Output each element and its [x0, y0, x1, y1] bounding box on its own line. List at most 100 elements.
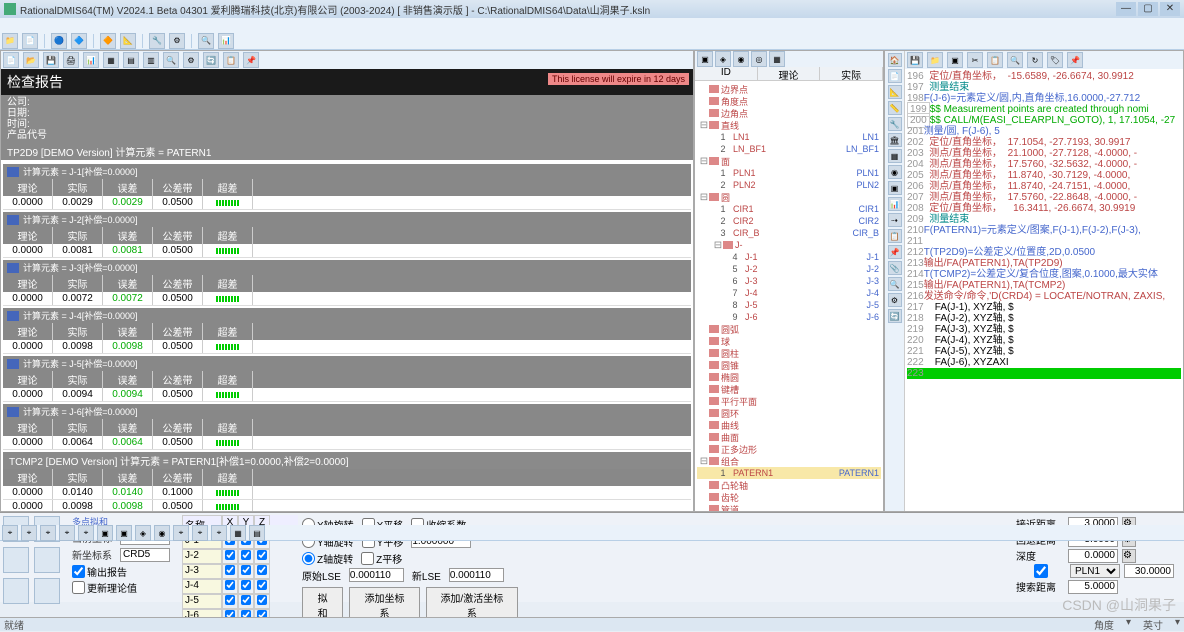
- tool-icon[interactable]: 📄: [22, 33, 38, 49]
- feature-tree[interactable]: 边界点角度点边角点⊟直线1LN1LN12LN_BF1LN_BF1⊟面1PLN1P…: [695, 81, 883, 511]
- max-button[interactable]: ▢: [1138, 2, 1158, 16]
- big-button[interactable]: [3, 547, 29, 573]
- min-button[interactable]: —: [1116, 2, 1136, 16]
- tool-icon[interactable]: ↻: [1027, 52, 1043, 68]
- gear-icon[interactable]: ⚙: [1122, 549, 1136, 563]
- bottom-toolbar: ⌖ ⌖ ⌖ ⌖ ⌖ ▣ ▣ ◈ ◉ ⌖ ⌖ ⌖ ▦ ▤: [0, 525, 1184, 541]
- tool-icon[interactable]: ⌖: [173, 525, 189, 541]
- tool-icon[interactable]: 🔍: [888, 277, 902, 291]
- ztr-check[interactable]: [361, 552, 374, 565]
- coord-icon[interactable]: ⌖: [40, 525, 56, 541]
- tool-icon[interactable]: ◎: [751, 51, 767, 67]
- tool-icon[interactable]: 📎: [888, 261, 902, 275]
- tool-icon[interactable]: 🔍: [1007, 52, 1023, 68]
- pln-select[interactable]: PLN1: [1070, 564, 1120, 578]
- new-icon[interactable]: 📄: [3, 52, 19, 68]
- tool-icon[interactable]: ▣: [947, 52, 963, 68]
- tree-toolbar: ▣ ◈ ◉ ◎ ▦: [695, 51, 883, 67]
- save-icon[interactable]: 💾: [907, 52, 923, 68]
- tool-icon[interactable]: 🔧: [888, 117, 902, 131]
- excel-icon[interactable]: 📊: [83, 52, 99, 68]
- code-toolbar: 💾 📁 ▣ ✂ 📋 🔍 ↻ 🏷 📌: [905, 51, 1183, 69]
- report-title: 检查报告: [7, 72, 63, 92]
- tool-icon[interactable]: 🔷: [71, 33, 87, 49]
- main-toolbar: 📁 📄 🔵 🔷 🔶 📐 🔧 ⚙ 🔍 📊: [0, 32, 1184, 50]
- tool-icon[interactable]: ⌖: [211, 525, 227, 541]
- big-button[interactable]: [34, 578, 60, 604]
- tool-icon[interactable]: 📏: [888, 101, 902, 115]
- cube-icon[interactable]: ▣: [116, 525, 132, 541]
- save-icon[interactable]: 💾: [43, 52, 59, 68]
- nle-input[interactable]: [449, 568, 504, 582]
- depth-input[interactable]: [1068, 549, 1118, 563]
- tool-icon[interactable]: ⚙: [183, 52, 199, 68]
- status-ready: 就绪: [4, 617, 24, 632]
- license-expire-badge: This license will expire in 12 days: [548, 73, 689, 85]
- tool-icon[interactable]: 🔍: [198, 33, 214, 49]
- coord-icon[interactable]: ⌖: [78, 525, 94, 541]
- tool-icon[interactable]: ◉: [888, 165, 902, 179]
- tool-icon[interactable]: ⇢: [888, 213, 902, 227]
- tool-icon[interactable]: ▦: [888, 149, 902, 163]
- newcrd-input[interactable]: [120, 548, 170, 562]
- tool-icon[interactable]: ▦: [103, 52, 119, 68]
- tool-icon[interactable]: 🏷: [1047, 52, 1063, 68]
- tool-icon[interactable]: ◈: [135, 525, 151, 541]
- tool-icon[interactable]: 🔄: [203, 52, 219, 68]
- tool-icon[interactable]: ⚙: [888, 293, 902, 307]
- coord-icon[interactable]: ⌖: [2, 525, 18, 541]
- tool-icon[interactable]: 🔄: [888, 309, 902, 323]
- tool-icon[interactable]: 📌: [888, 245, 902, 259]
- tool-icon[interactable]: ▦: [230, 525, 246, 541]
- output-report-check[interactable]: [72, 565, 85, 578]
- tool-icon[interactable]: 📌: [243, 52, 259, 68]
- ole-input[interactable]: [349, 568, 404, 582]
- tool-icon[interactable]: ▥: [143, 52, 159, 68]
- search-dist-input[interactable]: [1068, 580, 1118, 594]
- tool-icon[interactable]: 🔵: [51, 33, 67, 49]
- tool-icon[interactable]: 📁: [927, 52, 943, 68]
- tool-icon[interactable]: 📁: [2, 33, 18, 49]
- tool-icon[interactable]: 🔍: [163, 52, 179, 68]
- tool-icon[interactable]: ▣: [888, 181, 902, 195]
- print-icon[interactable]: 🖨: [63, 52, 79, 68]
- tool-icon[interactable]: ⚙: [169, 33, 185, 49]
- pln-value-input[interactable]: [1124, 564, 1174, 578]
- tool-icon[interactable]: ◈: [715, 51, 731, 67]
- big-button[interactable]: [34, 547, 60, 573]
- tool-icon[interactable]: 📄: [888, 69, 902, 83]
- coord-icon[interactable]: ⌖: [59, 525, 75, 541]
- close-button[interactable]: ✕: [1160, 2, 1180, 16]
- tool-icon[interactable]: 📌: [1067, 52, 1083, 68]
- tool-icon[interactable]: ▦: [769, 51, 785, 67]
- tool-icon[interactable]: ✂: [967, 52, 983, 68]
- tool-icon[interactable]: 🔧: [149, 33, 165, 49]
- report-meta: 公司: 日期: 时间: 产品代号: [1, 95, 693, 143]
- tool-icon[interactable]: ◉: [733, 51, 749, 67]
- tool-icon[interactable]: 🔶: [100, 33, 116, 49]
- code-editor[interactable]: 196 定位/直角坐标， -15.6589, -26.6674, 30.9912…: [905, 69, 1183, 511]
- feature-tree-panel: ▣ ◈ ◉ ◎ ▦ ID理论实际 边界点角度点边角点⊟直线1LN1LN12LN_…: [694, 50, 884, 512]
- big-button[interactable]: [3, 578, 29, 604]
- coord-icon[interactable]: ⌖: [21, 525, 37, 541]
- tool-icon[interactable]: 📋: [888, 229, 902, 243]
- tool-icon[interactable]: 📋: [223, 52, 239, 68]
- app-logo-icon: [4, 3, 16, 15]
- tool-icon[interactable]: ⌖: [192, 525, 208, 541]
- tool-icon[interactable]: 📊: [888, 197, 902, 211]
- tool-icon[interactable]: 📐: [120, 33, 136, 49]
- tool-icon[interactable]: 📊: [218, 33, 234, 49]
- open-icon[interactable]: 📂: [23, 52, 39, 68]
- tool-icon[interactable]: ◉: [154, 525, 170, 541]
- update-theory-check[interactable]: [72, 581, 85, 594]
- zrot-radio[interactable]: [302, 552, 315, 565]
- tool-icon[interactable]: 🏛: [888, 133, 902, 147]
- home-icon[interactable]: 🏠: [888, 53, 902, 67]
- pln-check[interactable]: [1016, 564, 1066, 578]
- cube-icon[interactable]: ▣: [697, 51, 713, 67]
- cube-icon[interactable]: ▣: [97, 525, 113, 541]
- tool-icon[interactable]: 📋: [987, 52, 1003, 68]
- tool-icon[interactable]: ▤: [249, 525, 265, 541]
- tool-icon[interactable]: 📐: [888, 85, 902, 99]
- tool-icon[interactable]: ▤: [123, 52, 139, 68]
